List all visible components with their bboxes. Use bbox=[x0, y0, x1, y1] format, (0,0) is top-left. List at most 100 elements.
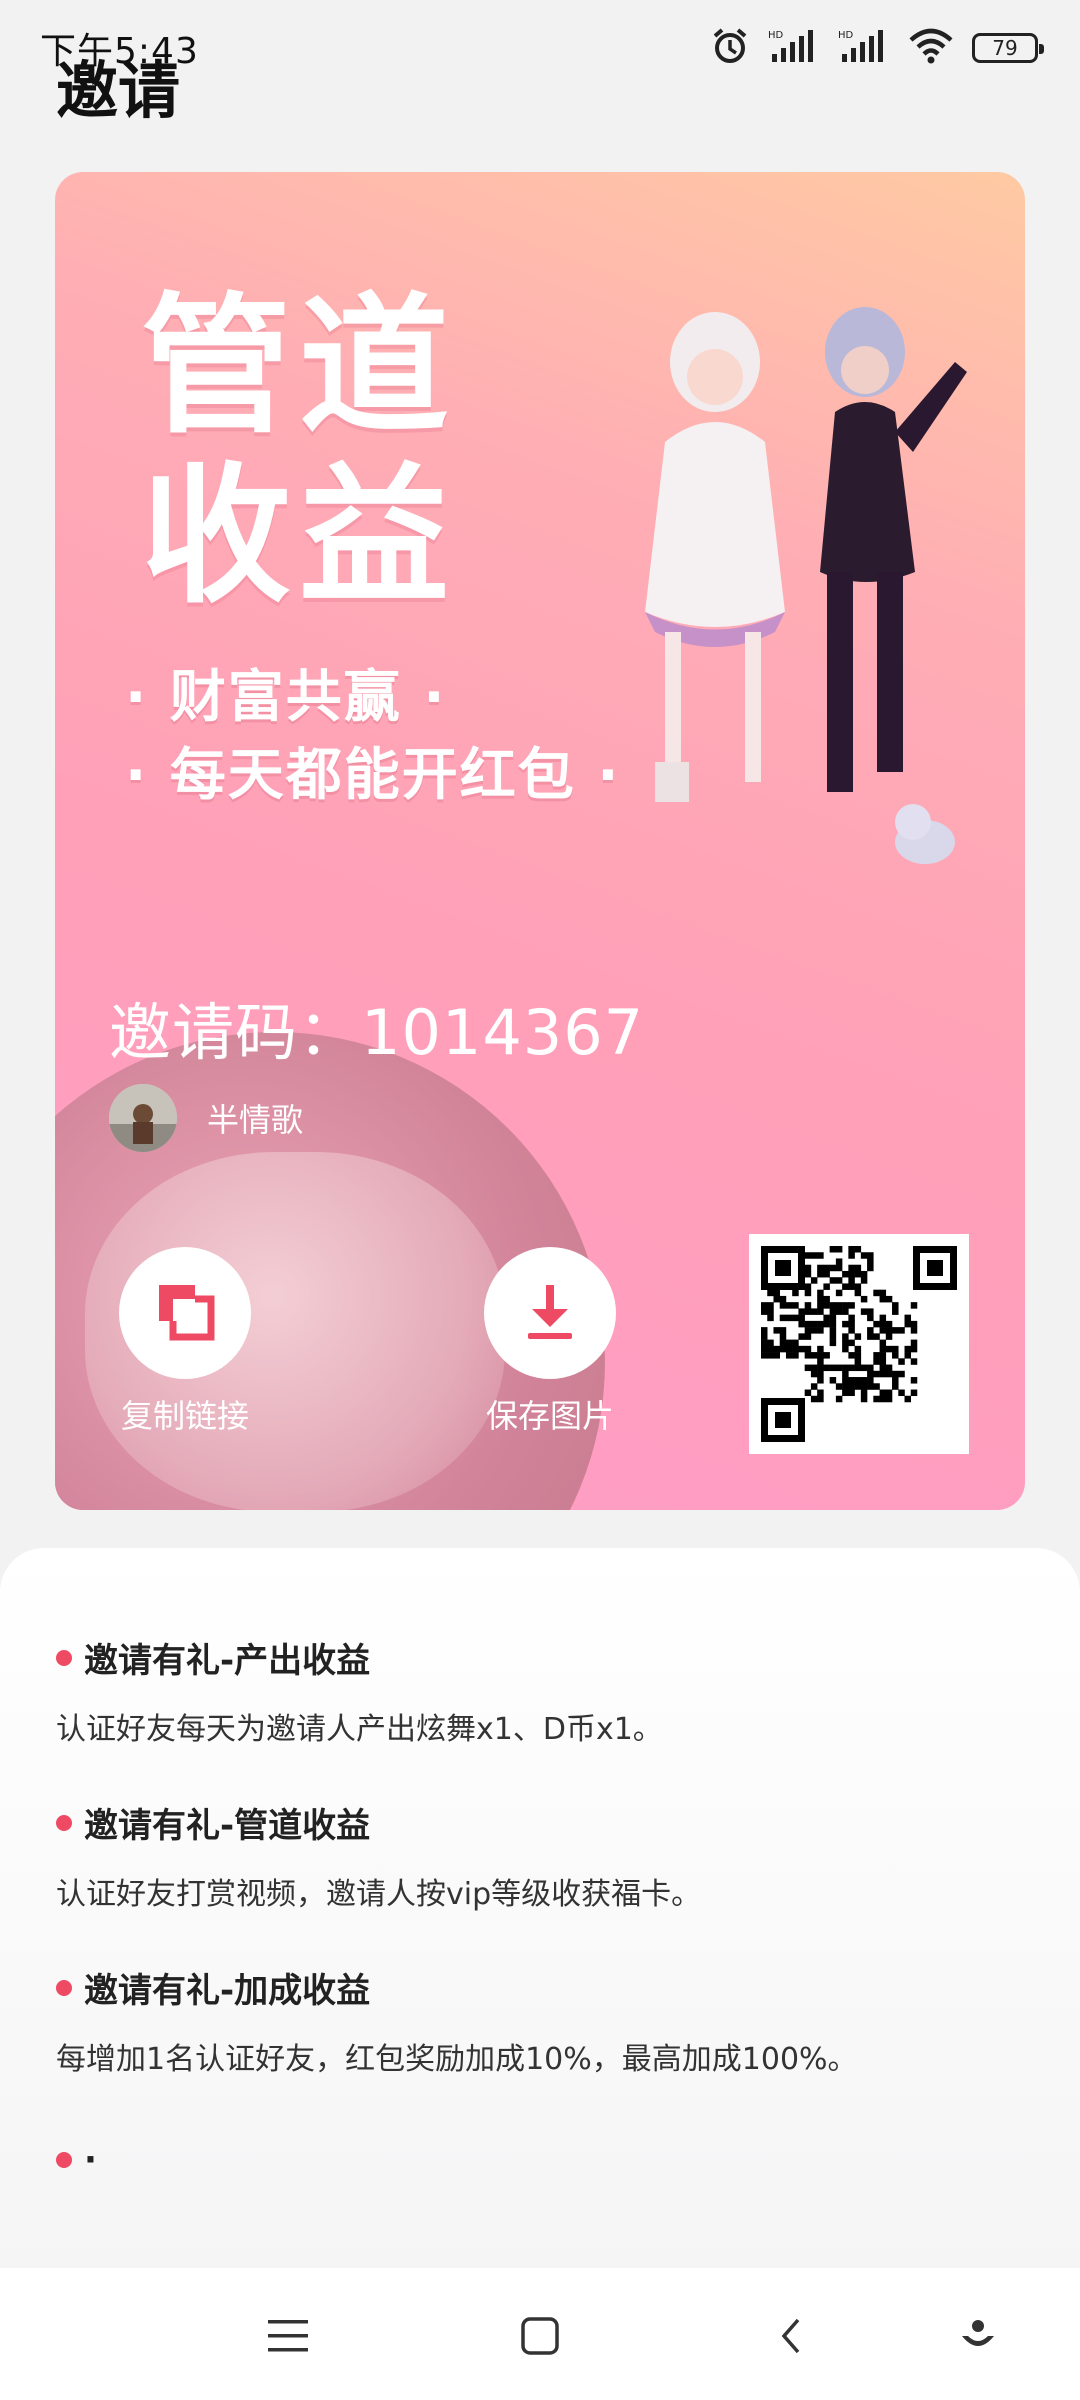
qr-module bbox=[835, 1246, 843, 1253]
qr-module bbox=[829, 1377, 837, 1384]
qr-module bbox=[892, 1377, 899, 1384]
qr-module bbox=[879, 1320, 887, 1328]
rule-title: 邀请有礼-管道收益 bbox=[84, 1806, 371, 1846]
qr-module bbox=[842, 1270, 849, 1278]
qr-module bbox=[817, 1377, 824, 1384]
qr-module bbox=[848, 1383, 855, 1390]
qr-module bbox=[910, 1377, 918, 1384]
qr-module bbox=[910, 1339, 918, 1347]
qr-module bbox=[773, 1295, 780, 1303]
qr-module bbox=[910, 1358, 918, 1365]
qr-module bbox=[854, 1270, 862, 1278]
qr-module bbox=[860, 1389, 868, 1397]
qr-module bbox=[898, 1389, 905, 1397]
qr-module bbox=[810, 1383, 818, 1390]
qr-module bbox=[817, 1358, 824, 1365]
qr-module bbox=[810, 1364, 818, 1372]
qr-module bbox=[804, 1345, 812, 1353]
qr-module bbox=[842, 1339, 849, 1347]
qr-module bbox=[867, 1327, 874, 1334]
copy-link-circle[interactable] bbox=[119, 1247, 251, 1379]
hd-signal-icon: HD bbox=[838, 28, 890, 68]
qr-module bbox=[785, 1352, 793, 1359]
invite-poster: 管道 收益 · 财富共赢 · · 每天都能开红包 · 邀请码：1014367 半… bbox=[55, 172, 1025, 1510]
qr-module bbox=[854, 1333, 862, 1340]
qr-module bbox=[867, 1308, 874, 1315]
qr-module bbox=[835, 1383, 843, 1390]
qr-module bbox=[854, 1345, 862, 1353]
inviter-info: 半情歌 bbox=[109, 1084, 303, 1152]
qr-module bbox=[835, 1308, 843, 1315]
qr-module bbox=[798, 1320, 805, 1328]
copy-link-button[interactable]: 复制链接 bbox=[95, 1247, 275, 1437]
qr-module bbox=[829, 1302, 837, 1309]
slogan-line-1: · 财富共赢 · bbox=[125, 665, 447, 730]
qr-module bbox=[910, 1389, 918, 1397]
qr-module bbox=[879, 1358, 887, 1365]
menu-icon[interactable] bbox=[266, 2314, 310, 2358]
qr-module bbox=[823, 1352, 830, 1359]
qr-module bbox=[804, 1352, 812, 1359]
qr-module bbox=[848, 1246, 855, 1253]
qr-module bbox=[904, 1352, 912, 1359]
qr-module bbox=[829, 1364, 837, 1372]
qr-module bbox=[810, 1252, 818, 1259]
qr-module bbox=[879, 1345, 887, 1353]
qr-module bbox=[860, 1377, 868, 1384]
qr-module bbox=[823, 1264, 830, 1272]
svg-text:HD: HD bbox=[838, 30, 854, 41]
qr-module bbox=[892, 1345, 899, 1353]
qr-module bbox=[842, 1320, 849, 1328]
qr-module bbox=[854, 1358, 862, 1365]
qr-module bbox=[779, 1339, 787, 1347]
qr-module bbox=[892, 1302, 899, 1309]
qr-module bbox=[898, 1327, 905, 1334]
qr-module bbox=[885, 1345, 893, 1353]
qr-module bbox=[829, 1308, 837, 1315]
home-icon[interactable] bbox=[518, 2314, 562, 2358]
assistant-icon[interactable] bbox=[956, 2314, 1000, 2358]
qr-module bbox=[779, 1327, 787, 1334]
qr-module bbox=[854, 1289, 862, 1297]
qr-module bbox=[817, 1264, 824, 1272]
qr-module bbox=[848, 1377, 855, 1384]
save-image-button[interactable]: 保存图片 bbox=[460, 1247, 640, 1437]
qr-module bbox=[792, 1345, 799, 1353]
qr-module bbox=[829, 1277, 837, 1284]
qr-module bbox=[867, 1264, 874, 1272]
qr-module bbox=[873, 1358, 880, 1365]
qr-module bbox=[854, 1264, 862, 1272]
qr-module bbox=[910, 1320, 918, 1328]
qr-module bbox=[860, 1277, 868, 1284]
qr-module bbox=[817, 1327, 824, 1334]
qr-module bbox=[860, 1383, 868, 1390]
bullet-dot bbox=[56, 2152, 72, 2168]
qr-module bbox=[842, 1389, 849, 1397]
qr-module bbox=[810, 1277, 818, 1284]
qr-module bbox=[767, 1314, 774, 1322]
qr-module bbox=[798, 1308, 805, 1315]
qr-module bbox=[767, 1339, 774, 1347]
back-icon[interactable] bbox=[770, 2314, 814, 2358]
headline-line-2: 收益 bbox=[141, 450, 458, 624]
qr-module bbox=[761, 1345, 768, 1353]
save-image-circle[interactable] bbox=[484, 1247, 616, 1379]
qr-module bbox=[810, 1395, 818, 1403]
rule-title: 邀请有礼-加成收益 bbox=[84, 1971, 371, 2011]
qr-module bbox=[892, 1370, 899, 1378]
qr-module bbox=[860, 1364, 868, 1372]
qr-module bbox=[867, 1383, 874, 1390]
qr-module bbox=[835, 1302, 843, 1309]
qr-module bbox=[829, 1320, 837, 1328]
qr-module bbox=[885, 1295, 893, 1303]
qr-module bbox=[792, 1302, 799, 1309]
qr-module bbox=[804, 1320, 812, 1328]
qr-module bbox=[817, 1252, 824, 1259]
qr-module bbox=[779, 1314, 787, 1322]
qr-module bbox=[810, 1327, 818, 1334]
qr-module bbox=[792, 1289, 799, 1297]
save-image-label: 保存图片 bbox=[485, 1397, 614, 1435]
qr-module bbox=[835, 1289, 843, 1297]
qr-module bbox=[860, 1395, 868, 1403]
qr-module bbox=[848, 1364, 855, 1372]
